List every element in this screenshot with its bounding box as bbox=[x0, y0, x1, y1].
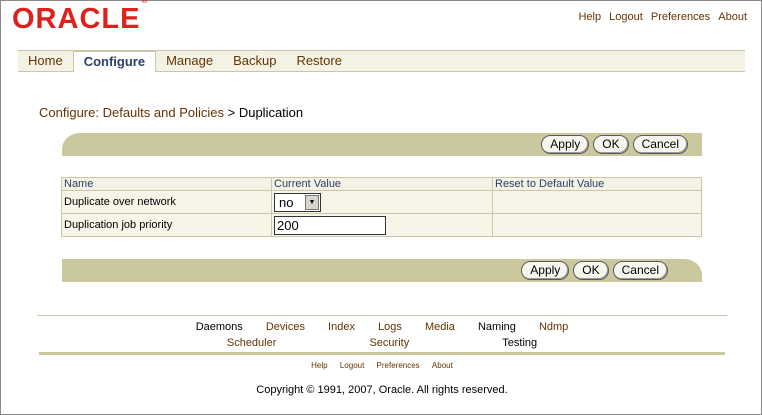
duplicate-over-network-select[interactable]: no ▼ bbox=[274, 192, 321, 212]
footer-global-links: Help Logout Preferences About bbox=[1, 361, 762, 370]
breadcrumb-separator: > bbox=[224, 105, 239, 120]
footer-link-media[interactable]: Media bbox=[425, 321, 455, 333]
ok-button-bottom[interactable]: OK bbox=[573, 261, 609, 280]
global-links: Help Logout Preferences About bbox=[573, 11, 747, 23]
footer-link-scheduler[interactable]: Scheduler bbox=[227, 337, 277, 349]
top-action-bar: Apply OK Cancel bbox=[62, 133, 702, 156]
column-header-current-value: Current Value bbox=[271, 177, 493, 191]
reset-cell bbox=[492, 190, 702, 214]
footer-link-index[interactable]: Index bbox=[328, 321, 355, 333]
footer-link-daemons[interactable]: Daemons bbox=[196, 321, 243, 333]
footer-link-security[interactable]: Security bbox=[369, 337, 409, 349]
apply-button-bottom[interactable]: Apply bbox=[521, 261, 570, 280]
duplication-priority-input[interactable] bbox=[274, 215, 386, 235]
logout-link[interactable]: Logout bbox=[609, 11, 643, 23]
breadcrumb-current: Duplication bbox=[238, 105, 304, 120]
breadcrumb: Configure: Defaults and Policies > Dupli… bbox=[39, 105, 303, 120]
footer-band bbox=[39, 352, 725, 355]
table-header-row: Name Current Value Reset to Default Valu… bbox=[61, 177, 702, 191]
help-link[interactable]: Help bbox=[578, 11, 601, 23]
setting-name: Duplicate over network bbox=[61, 190, 272, 214]
table-row: Duplication job priority bbox=[61, 213, 702, 237]
cancel-button-bottom[interactable]: Cancel bbox=[612, 261, 668, 280]
footer-link-ndmp[interactable]: Ndmp bbox=[539, 321, 568, 333]
tab-backup[interactable]: Backup bbox=[223, 51, 286, 72]
setting-value-cell: no ▼ bbox=[271, 190, 493, 214]
tab-bar: Home Configure Manage Backup Restore bbox=[18, 50, 745, 72]
table-row: Duplicate over network no ▼ bbox=[61, 190, 702, 214]
ok-button[interactable]: OK bbox=[593, 135, 629, 154]
footer-help-link[interactable]: Help bbox=[311, 361, 327, 370]
about-link[interactable]: About bbox=[718, 11, 747, 23]
cancel-button[interactable]: Cancel bbox=[632, 135, 688, 154]
bottom-action-bar: Apply OK Cancel bbox=[62, 259, 702, 282]
footer-link-devices[interactable]: Devices bbox=[266, 321, 305, 333]
footer-link-naming[interactable]: Naming bbox=[478, 321, 516, 333]
setting-name: Duplication job priority bbox=[61, 213, 272, 237]
footer-logout-link[interactable]: Logout bbox=[340, 361, 364, 370]
footer-link-logs[interactable]: Logs bbox=[378, 321, 402, 333]
reset-cell bbox=[492, 213, 702, 237]
breadcrumb-parent-link[interactable]: Configure: Defaults and Policies bbox=[39, 105, 224, 120]
chevron-down-icon[interactable]: ▼ bbox=[305, 194, 319, 210]
column-header-reset: Reset to Default Value bbox=[492, 177, 702, 191]
tab-restore[interactable]: Restore bbox=[286, 51, 352, 72]
footer-preferences-link[interactable]: Preferences bbox=[377, 361, 420, 370]
tab-configure[interactable]: Configure bbox=[72, 50, 157, 72]
duplication-settings-table: Name Current Value Reset to Default Valu… bbox=[61, 177, 702, 237]
preferences-link[interactable]: Preferences bbox=[651, 11, 710, 23]
oracle-logo: ORACLE® bbox=[12, 0, 149, 35]
apply-button[interactable]: Apply bbox=[541, 135, 590, 154]
select-value: no bbox=[279, 194, 294, 210]
tab-manage[interactable]: Manage bbox=[156, 51, 223, 72]
tab-home[interactable]: Home bbox=[18, 51, 73, 72]
column-header-name: Name bbox=[61, 177, 272, 191]
footer-nav: Daemons Devices Index Logs Media Naming … bbox=[1, 319, 762, 351]
footer-about-link[interactable]: About bbox=[432, 361, 453, 370]
footer-link-testing[interactable]: Testing bbox=[502, 337, 537, 349]
setting-value-cell bbox=[271, 213, 493, 237]
copyright: Copyright © 1991, 2007, Oracle. All righ… bbox=[256, 384, 508, 396]
footer-divider bbox=[37, 315, 727, 316]
